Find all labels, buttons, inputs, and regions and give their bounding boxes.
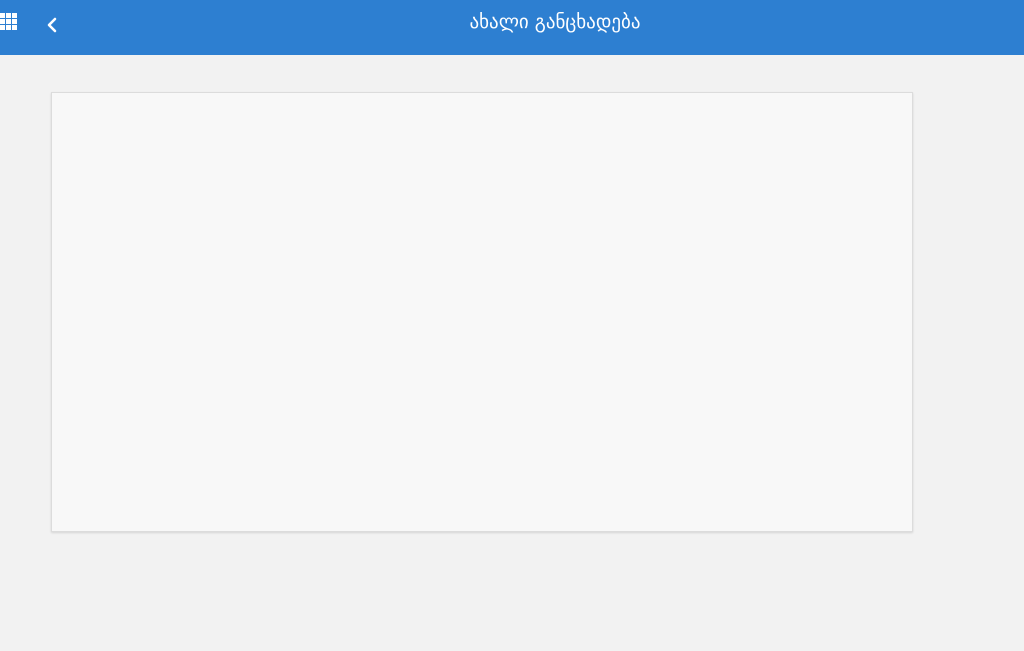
app-header: ახალი განცხადება xyxy=(0,0,1024,55)
content-panel xyxy=(51,92,913,532)
page-title: ახალი განცხადება xyxy=(469,11,641,33)
